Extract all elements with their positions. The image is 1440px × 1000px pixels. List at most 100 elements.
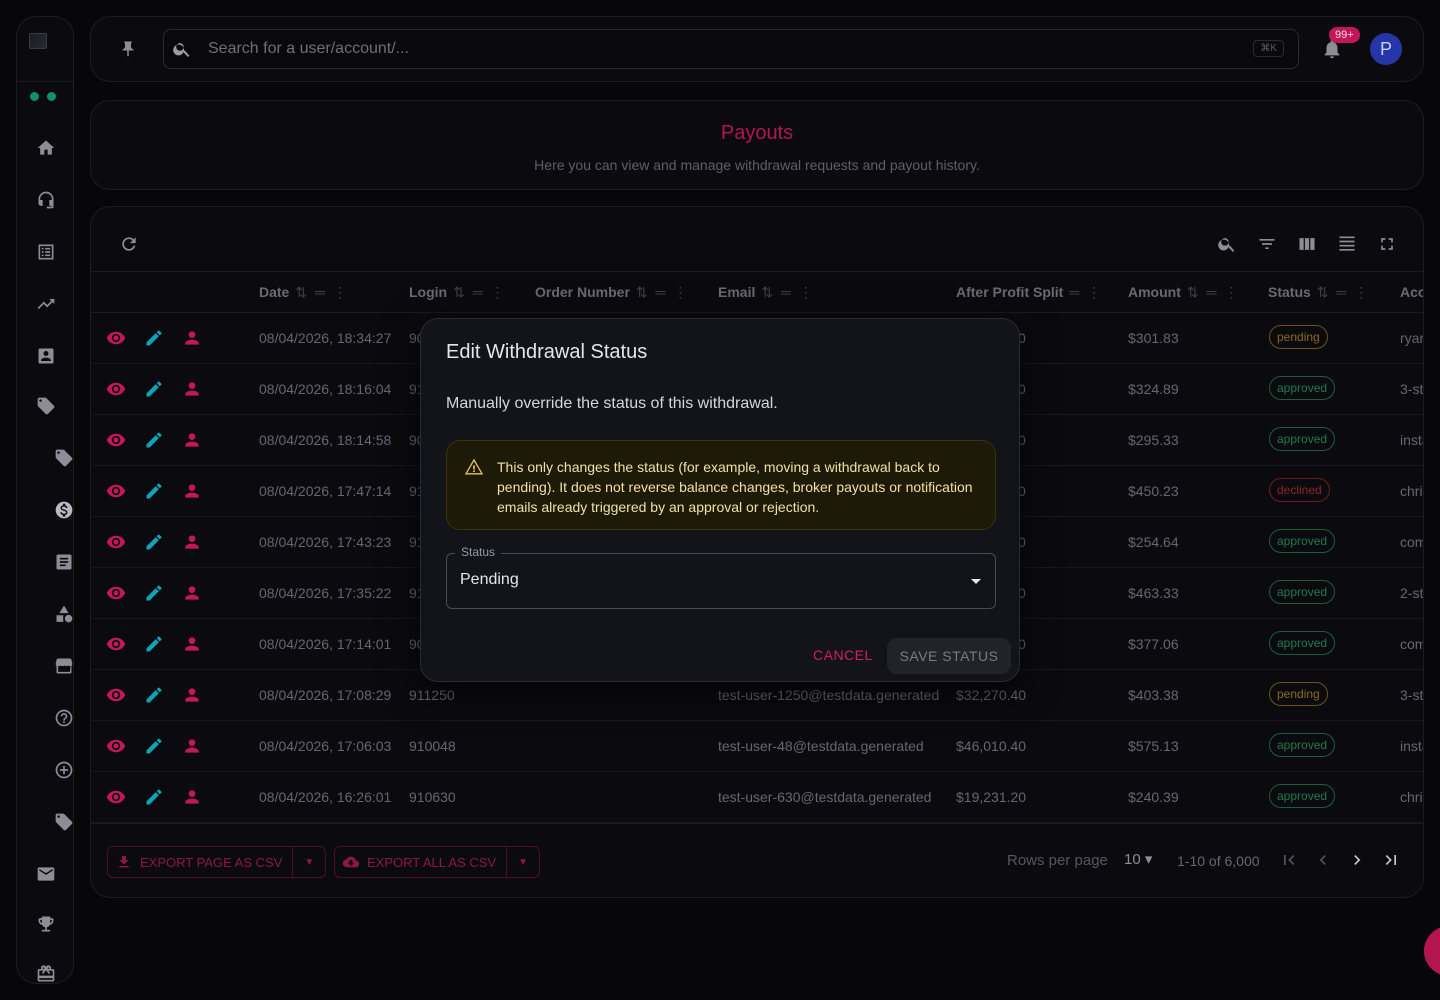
page-subtitle: Here you can view and manage withdrawal … <box>534 157 980 173</box>
refresh-icon[interactable] <box>119 234 139 259</box>
export-all-label: EXPORT ALL AS CSV <box>367 854 497 870</box>
view-eye-icon[interactable] <box>105 328 127 353</box>
support-agent-icon[interactable] <box>35 189 57 211</box>
cell-date: 08/04/2026, 17:08:29 <box>259 687 392 703</box>
status-badge: declined <box>1269 478 1330 502</box>
home-icon[interactable] <box>35 137 57 159</box>
edit-pencil-icon[interactable] <box>143 583 165 608</box>
density-icon[interactable] <box>1337 234 1357 259</box>
edit-pencil-icon[interactable] <box>143 430 165 455</box>
add-circle-icon[interactable] <box>53 759 75 781</box>
view-eye-icon[interactable] <box>105 634 127 659</box>
table-row[interactable]: 08/04/2026, 17:06:03 910048 test-user-48@t… <box>91 721 1423 772</box>
user-profile-icon[interactable] <box>181 532 203 557</box>
export-all-dropdown-icon[interactable]: ▼ <box>507 857 539 868</box>
search-input[interactable] <box>208 30 1248 68</box>
column-header-login[interactable]: Login ⇅ ═ ⋮ <box>409 284 507 301</box>
previous-page-icon[interactable] <box>1313 850 1333 875</box>
save-status-button[interactable]: SAVE STATUS <box>887 638 1011 674</box>
tag-sub-icon[interactable] <box>53 447 75 469</box>
dropdown-arrow-icon <box>971 579 981 584</box>
article-icon[interactable] <box>53 551 75 573</box>
account-box-icon[interactable] <box>35 345 57 367</box>
view-eye-icon[interactable] <box>105 583 127 608</box>
floating-action-button[interactable] <box>1424 926 1440 976</box>
user-profile-icon[interactable] <box>181 481 203 506</box>
column-header-date[interactable]: Date ⇅ ═ ⋮ <box>259 284 349 301</box>
cell-account: 3-st <box>1400 687 1424 703</box>
edit-pencil-icon[interactable] <box>143 634 165 659</box>
edit-pencil-icon[interactable] <box>143 736 165 761</box>
user-profile-icon[interactable] <box>181 379 203 404</box>
search-bar[interactable]: ⌘K <box>163 29 1299 69</box>
user-profile-icon[interactable] <box>181 634 203 659</box>
storefront-icon[interactable] <box>53 655 75 677</box>
view-eye-icon[interactable] <box>105 532 127 557</box>
status-badge: pending <box>1269 325 1328 349</box>
user-avatar[interactable]: P <box>1370 33 1402 65</box>
search-icon <box>172 39 192 64</box>
user-profile-icon[interactable] <box>181 787 203 812</box>
table-row[interactable]: 08/04/2026, 16:26:01 910630 test-user-630@… <box>91 772 1423 823</box>
export-page-csv-button[interactable]: EXPORT PAGE AS CSV ▼ <box>107 846 327 878</box>
mail-icon[interactable] <box>35 863 57 885</box>
edit-pencil-icon[interactable] <box>143 685 165 710</box>
status-select-label: Status <box>455 545 502 559</box>
view-eye-icon[interactable] <box>105 685 127 710</box>
column-header-status[interactable]: Status ⇅ ═ ⋮ <box>1268 284 1370 301</box>
help-icon[interactable] <box>53 707 75 729</box>
view-eye-icon[interactable] <box>105 481 127 506</box>
cell-date: 08/04/2026, 17:47:14 <box>259 483 392 499</box>
payouts-dollar-icon[interactable] <box>53 499 75 521</box>
user-profile-icon[interactable] <box>181 583 203 608</box>
last-page-icon[interactable] <box>1381 850 1401 875</box>
column-header-amount[interactable]: Amount ⇅ ═ ⋮ <box>1128 284 1240 301</box>
edit-pencil-icon[interactable] <box>143 532 165 557</box>
edit-pencil-icon[interactable] <box>143 787 165 812</box>
view-eye-icon[interactable] <box>105 787 127 812</box>
edit-pencil-icon[interactable] <box>143 328 165 353</box>
edit-pencil-icon[interactable] <box>143 481 165 506</box>
cell-login: 910048 <box>409 738 456 754</box>
user-profile-icon[interactable] <box>181 736 203 761</box>
status-badge: approved <box>1269 529 1336 553</box>
tag-icon[interactable] <box>35 395 57 417</box>
gift-card-icon[interactable] <box>35 963 57 985</box>
top-bar: ⌘K 99+ P <box>90 16 1424 82</box>
view-eye-icon[interactable] <box>105 736 127 761</box>
pin-icon[interactable] <box>119 39 137 64</box>
cell-email: test-user-48@testdata.generated <box>718 738 924 754</box>
edit-pencil-icon[interactable] <box>143 379 165 404</box>
user-profile-icon[interactable] <box>181 328 203 353</box>
rows-per-page-label: Rows per page <box>1007 852 1108 869</box>
first-page-icon[interactable] <box>1279 850 1299 875</box>
cell-email: test-user-1250@testdata.generated <box>718 687 940 703</box>
column-header-order-number[interactable]: Order Number ⇅ ═ ⋮ <box>535 284 689 301</box>
rows-per-page-select[interactable]: 10 ▾ <box>1124 850 1152 868</box>
trophy-icon[interactable] <box>35 913 57 935</box>
export-page-label: EXPORT PAGE AS CSV <box>140 854 283 870</box>
status-select-value: Pending <box>460 571 519 588</box>
list-icon[interactable] <box>35 241 57 263</box>
user-profile-icon[interactable] <box>181 430 203 455</box>
filter-icon[interactable] <box>1257 234 1277 259</box>
column-header-after-profit-split[interactable]: After Profit Split ═ ⋮ <box>956 284 1103 301</box>
view-eye-icon[interactable] <box>105 430 127 455</box>
user-profile-icon[interactable] <box>181 685 203 710</box>
export-page-dropdown-icon[interactable]: ▼ <box>293 857 325 868</box>
columns-icon[interactable] <box>1297 234 1317 259</box>
status-select[interactable]: Status Pending <box>446 545 996 609</box>
cell-account: chri <box>1400 483 1423 499</box>
tag-alt-icon[interactable] <box>53 811 75 833</box>
table-search-icon[interactable] <box>1217 234 1237 259</box>
category-icon[interactable] <box>53 603 75 625</box>
view-eye-icon[interactable] <box>105 379 127 404</box>
status-badge: approved <box>1269 427 1336 451</box>
cancel-button[interactable]: CANCEL <box>813 647 873 663</box>
column-header-email[interactable]: Email ⇅ ═ ⋮ <box>718 284 815 301</box>
export-all-csv-button[interactable]: EXPORT ALL AS CSV ▼ <box>334 846 541 878</box>
fullscreen-icon[interactable] <box>1377 234 1397 259</box>
column-header-account[interactable]: Acc <box>1400 284 1423 300</box>
trending-up-icon[interactable] <box>35 293 57 315</box>
next-page-icon[interactable] <box>1347 850 1367 875</box>
